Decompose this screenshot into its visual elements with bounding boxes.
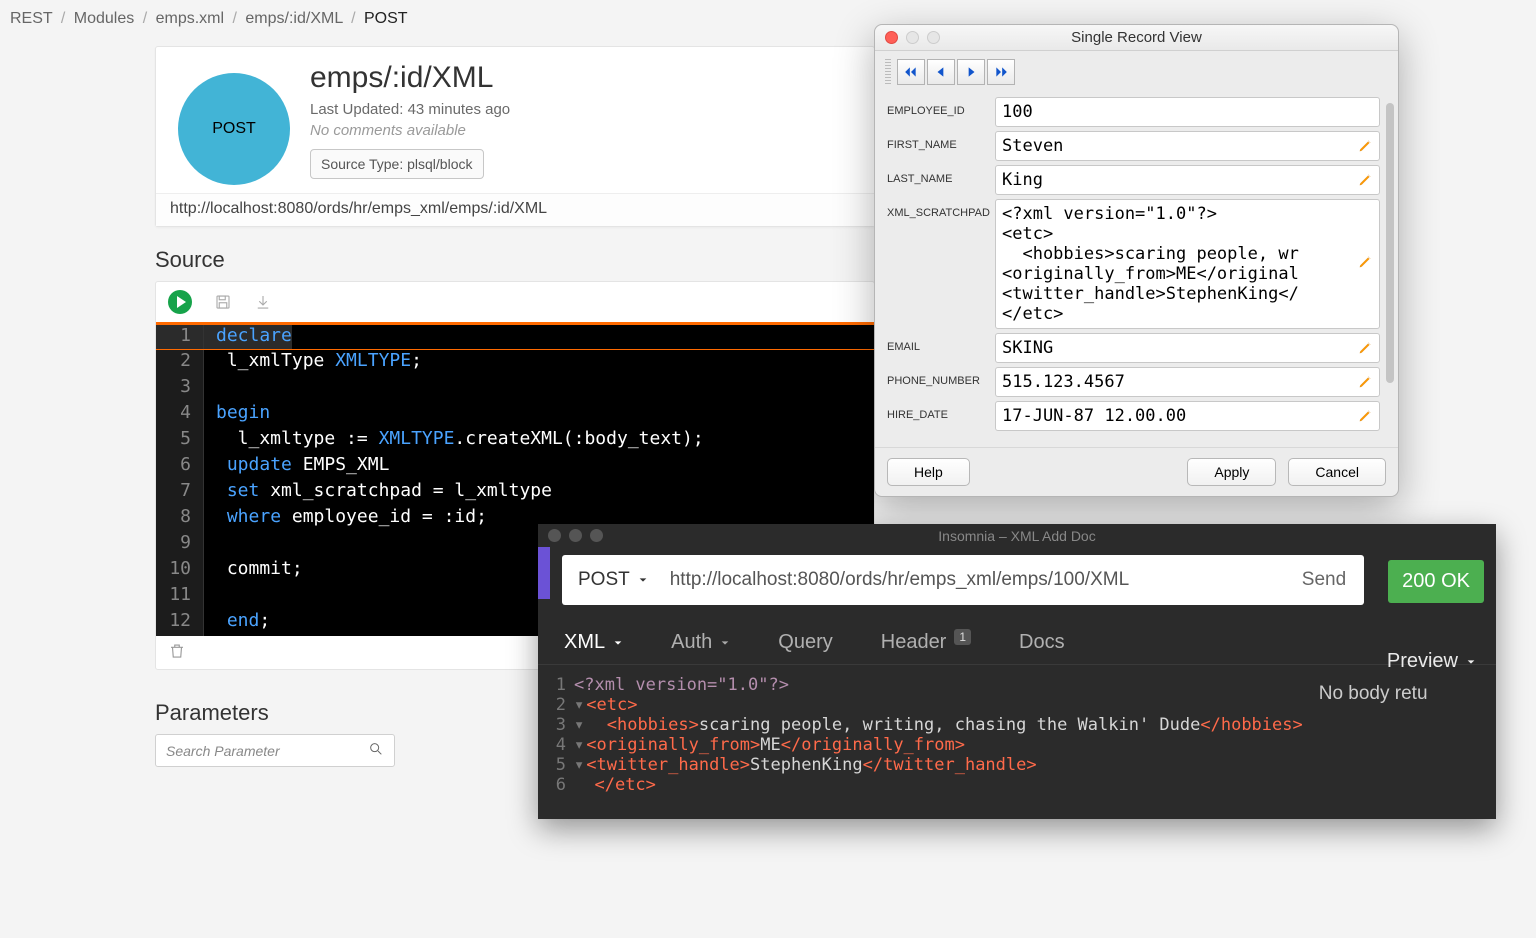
tab-query[interactable]: Query [778,631,832,654]
handler-title: emps/:id/XML [310,61,860,95]
crumb-empsxml[interactable]: emps.xml [156,10,224,27]
source-type-chip: Source Type: plsql/block [310,149,484,179]
single-record-view-window: Single Record View EMPLOYEE_ID 100 FIRST… [874,24,1399,497]
label-employee-id: EMPLOYEE_ID [887,97,995,117]
search-parameter-input[interactable]: Search Parameter [155,734,395,767]
field-email[interactable]: SKING [995,333,1380,363]
method-badge: POST [178,73,290,185]
insomnia-tabs: XML Auth Query Header 1 Docs [538,615,1496,665]
field-phone-number[interactable]: 515.123.4567 [995,367,1380,397]
prev-record-button[interactable] [927,59,955,85]
label-hire-date: HIRE_DATE [887,401,995,421]
first-record-button[interactable] [897,59,925,85]
tab-preview[interactable]: Preview [1387,650,1476,673]
crumb-handler[interactable]: emps/:id/XML [245,10,342,27]
handler-url: http://localhost:8080/ords/hr/emps_xml/e… [156,193,874,226]
source-toolbar [156,282,874,322]
field-employee-id[interactable]: 100 [995,97,1380,127]
record-nav-toolbar [875,51,1398,93]
pencil-icon[interactable] [1358,254,1373,269]
pencil-icon[interactable] [1358,138,1373,153]
search-icon [368,741,384,760]
chevron-down-icon [720,638,730,648]
download-icon[interactable] [254,293,272,311]
chevron-down-icon [613,638,623,648]
field-first-name[interactable]: Steven [995,131,1380,161]
insomnia-title: Insomnia – XML Add Doc [538,528,1496,544]
next-record-button[interactable] [957,59,985,85]
crumb-rest[interactable]: REST [10,10,52,27]
window-title: Single Record View [875,29,1398,46]
field-hire-date[interactable]: 17-JUN-87 12.00.00 [995,401,1380,431]
response-status-badge: 200 OK [1388,560,1484,603]
response-body: No body retu [1315,665,1496,819]
tab-xml[interactable]: XML [564,631,623,654]
crumb-modules[interactable]: Modules [74,10,134,27]
fold-icon[interactable]: ▾ [574,735,584,755]
header-count-badge: 1 [954,629,971,645]
label-email: EMAIL [887,333,995,353]
last-updated: Last Updated: 43 minutes ago [310,101,860,118]
insomnia-window: Insomnia – XML Add Doc POST http://local… [538,524,1496,819]
last-record-button[interactable] [987,59,1015,85]
pencil-icon[interactable] [1358,172,1373,187]
pencil-icon[interactable] [1358,340,1373,355]
label-last-name: LAST_NAME [887,165,995,185]
tab-auth[interactable]: Auth [671,631,730,654]
request-body-editor[interactable]: 1<?xml version="1.0"?> 2▾<etc> 3▾ <hobbi… [538,665,1315,819]
cancel-button[interactable]: Cancel [1288,458,1386,486]
handler-summary-card: POST emps/:id/XML Last Updated: 43 minut… [155,46,875,227]
label-xml-scratchpad: XML_SCRATCHPAD [887,199,995,219]
method-selector[interactable]: POST [562,555,664,605]
fold-icon[interactable]: ▾ [574,755,584,775]
window-titlebar[interactable]: Single Record View [875,25,1398,51]
field-xml-scratchpad[interactable]: <?xml version="1.0"?> <etc> <hobbies>sca… [995,199,1380,329]
field-last-name[interactable]: King [995,165,1380,195]
chevron-down-icon [638,575,648,585]
fold-icon[interactable]: ▾ [574,695,584,715]
save-icon[interactable] [214,293,232,311]
request-url-input[interactable]: http://localhost:8080/ords/hr/emps_xml/e… [664,569,1284,591]
scrollbar[interactable] [1386,103,1394,383]
insomnia-titlebar[interactable]: Insomnia – XML Add Doc [538,524,1496,547]
tab-docs[interactable]: Docs [1019,631,1065,654]
fold-icon[interactable]: ▾ [574,715,584,735]
trash-icon[interactable] [168,642,186,660]
chevron-down-icon [1466,657,1476,667]
send-button[interactable]: Send [1284,569,1364,591]
label-first-name: FIRST_NAME [887,131,995,151]
label-phone-number: PHONE_NUMBER [887,367,995,387]
pencil-icon[interactable] [1358,408,1373,423]
run-button[interactable] [168,290,192,314]
crumb-current: POST [364,10,408,27]
search-placeholder: Search Parameter [166,743,280,759]
pencil-icon[interactable] [1358,374,1373,389]
tab-header[interactable]: Header 1 [881,631,971,654]
help-button[interactable]: Help [887,458,970,486]
apply-button[interactable]: Apply [1187,458,1276,486]
no-comments: No comments available [310,122,860,139]
